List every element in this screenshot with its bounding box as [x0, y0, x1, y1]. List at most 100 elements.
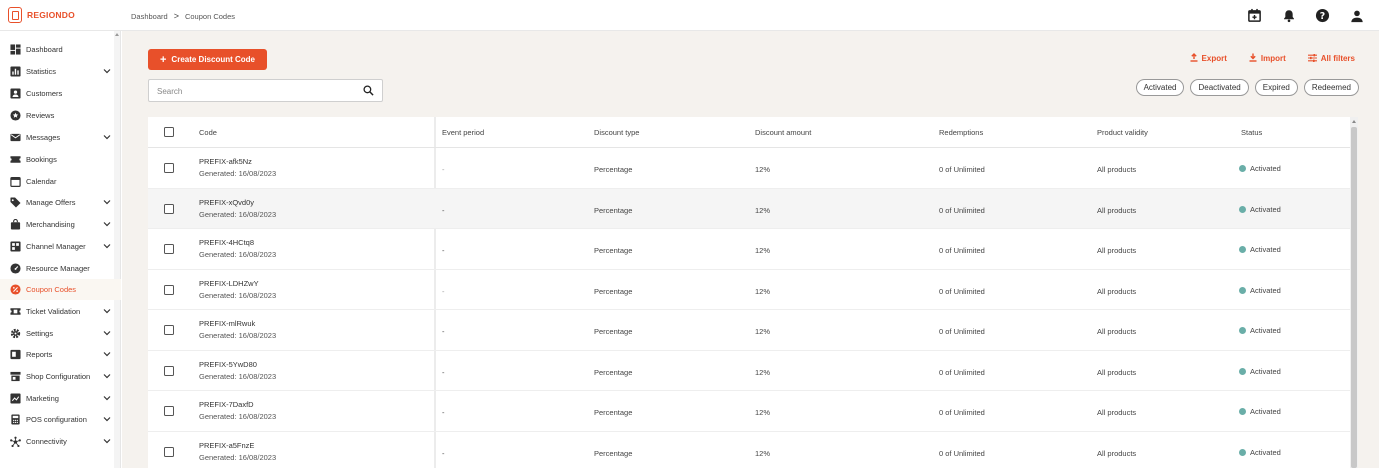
- row-checkbox[interactable]: [164, 284, 174, 295]
- chevron-down-icon[interactable]: [103, 394, 111, 403]
- calendar-add-icon[interactable]: [1246, 7, 1263, 24]
- sidebar-item-connectivity[interactable]: Connectivity: [0, 431, 121, 452]
- redemptions: 0 of Unlimited: [939, 448, 985, 458]
- sidebar-item-label: Channel Manager: [26, 242, 86, 251]
- sidebar-item-label: Merchandising: [26, 220, 75, 229]
- header-status[interactable]: Status: [1241, 128, 1262, 137]
- bell-icon[interactable]: [1280, 7, 1297, 24]
- chevron-down-icon[interactable]: [103, 220, 111, 229]
- sidebar-item-marketing[interactable]: Marketing: [0, 388, 121, 409]
- table-row[interactable]: PREFIX-5YwD80 Generated: 16/08/2023 - Pe…: [148, 351, 1358, 391]
- sidebar-item-pos-configuration[interactable]: POS configuration: [0, 409, 121, 430]
- table-scrollbar[interactable]: [1350, 117, 1358, 468]
- sidebar-item-ticket-validation[interactable]: Ticket Validation: [0, 301, 121, 322]
- redemptions: 0 of Unlimited: [939, 246, 985, 255]
- sidebar-item-dashboard[interactable]: Dashboard: [0, 39, 121, 60]
- chip-activated[interactable]: Activated: [1135, 79, 1185, 96]
- sidebar-item-calendar[interactable]: Calendar: [0, 171, 121, 192]
- header-code[interactable]: Code: [199, 128, 217, 137]
- generated-date: Generated: 16/08/2023: [199, 331, 277, 340]
- header-event-period[interactable]: Event period: [442, 128, 484, 137]
- header-redemptions[interactable]: Redemptions: [939, 128, 983, 137]
- sidebar-item-reviews[interactable]: Reviews: [0, 105, 121, 126]
- chevron-down-icon[interactable]: [103, 329, 111, 338]
- table-row[interactable]: PREFIX-afk5Nz Generated: 16/08/2023 - Pe…: [148, 148, 1358, 189]
- chevron-down-icon[interactable]: [103, 372, 111, 381]
- import-button[interactable]: Import: [1249, 53, 1286, 64]
- chevron-down-icon[interactable]: [103, 437, 111, 446]
- row-checkbox[interactable]: [164, 406, 174, 416]
- create-discount-code-button[interactable]: + Create Discount Code: [148, 49, 267, 70]
- generated-date: Generated: 16/08/2023: [199, 209, 277, 219]
- redemptions: 0 of Unlimited: [939, 367, 985, 377]
- chevron-down-icon[interactable]: [103, 67, 111, 76]
- user-icon[interactable]: [1348, 7, 1365, 24]
- table-row[interactable]: PREFIX-7DaxfD Generated: 16/08/2023 - Pe…: [148, 391, 1358, 432]
- chevron-down-icon[interactable]: [103, 133, 111, 142]
- breadcrumb-current: Coupon Codes: [184, 11, 236, 21]
- discount-type: Percentage: [594, 448, 633, 458]
- table-row[interactable]: PREFIX-4HCtq8 Generated: 16/08/2023 - Pe…: [148, 229, 1358, 270]
- header-discount-amount[interactable]: Discount amount: [755, 128, 811, 137]
- row-checkbox[interactable]: [164, 446, 174, 457]
- row-checkbox[interactable]: [164, 203, 174, 214]
- chevron-down-icon[interactable]: [103, 198, 111, 207]
- discount-amount: 12%: [755, 367, 771, 377]
- header-product-validity[interactable]: Product validity: [1097, 128, 1148, 137]
- sidebar-item-bookings[interactable]: Bookings: [0, 149, 121, 170]
- logo[interactable]: REGIONDO: [8, 7, 75, 23]
- chip-expired[interactable]: Expired: [1254, 79, 1298, 96]
- event-period: -: [442, 448, 445, 458]
- generated-date: Generated: 16/08/2023: [199, 452, 277, 462]
- coupon-code: PREFIX-7DaxfD: [199, 400, 254, 409]
- chip-redeemed[interactable]: Redeemed: [1303, 79, 1359, 96]
- plus-icon: +: [159, 53, 167, 66]
- sidebar-item-channel-manager[interactable]: Channel Manager: [0, 236, 121, 257]
- shop-icon: [10, 371, 21, 382]
- chip-deactivated[interactable]: Deactivated: [1190, 79, 1249, 96]
- sidebar-item-label: Marketing: [26, 394, 59, 403]
- sidebar-item-reports[interactable]: Reports: [0, 344, 121, 365]
- header-discount-type[interactable]: Discount type: [594, 128, 639, 137]
- help-icon[interactable]: ?: [1314, 7, 1331, 24]
- dashboard-icon: [10, 44, 21, 55]
- discount-amount: 12%: [755, 327, 771, 336]
- sidebar-item-messages[interactable]: Messages: [0, 127, 121, 148]
- row-checkbox[interactable]: [164, 325, 174, 335]
- generated-date: Generated: 16/08/2023: [199, 290, 277, 300]
- row-checkbox[interactable]: [164, 365, 174, 376]
- sidebar-item-manage-offers[interactable]: Manage Offers: [0, 192, 121, 213]
- chevron-down-icon[interactable]: [103, 415, 111, 424]
- table-row[interactable]: PREFIX-a5FnzE Generated: 16/08/2023 - Pe…: [148, 432, 1358, 468]
- sidebar-item-settings[interactable]: Settings: [0, 323, 121, 344]
- sidebar-item-resource-manager[interactable]: Resource Manager: [0, 258, 121, 279]
- table-row[interactable]: PREFIX-xQvd0y Generated: 16/08/2023 - Pe…: [148, 188, 1358, 229]
- breadcrumb-dashboard[interactable]: Dashboard: [131, 12, 168, 21]
- search-input[interactable]: [157, 85, 347, 97]
- chevron-down-icon[interactable]: [103, 350, 111, 359]
- row-checkbox[interactable]: [164, 244, 174, 254]
- percent-icon: [10, 284, 21, 295]
- table-row[interactable]: PREFIX-mlRwuk Generated: 16/08/2023 - Pe…: [148, 310, 1358, 351]
- coupon-code: PREFIX-xQvd0y: [199, 197, 255, 207]
- table-row[interactable]: PREFIX-LDHZwY Generated: 16/08/2023 - Pe…: [148, 270, 1358, 310]
- row-checkbox[interactable]: [164, 163, 174, 173]
- event-period: -: [442, 408, 445, 417]
- sidebar-item-coupon-codes[interactable]: Coupon Codes: [0, 279, 121, 300]
- sidebar-item-merchandising[interactable]: Merchandising: [0, 214, 121, 235]
- sidebar-item-customers[interactable]: Customers: [0, 83, 121, 104]
- sidebar-item-shop-configuration[interactable]: Shop Configuration: [0, 366, 121, 387]
- export-label: Export: [1201, 54, 1227, 63]
- chevron-down-icon[interactable]: [103, 307, 111, 316]
- sidebar-item-label: Dashboard: [26, 45, 63, 54]
- sidebar-item-label: Settings: [26, 329, 54, 338]
- chevron-down-icon[interactable]: [103, 242, 111, 251]
- select-all-checkbox[interactable]: [164, 127, 174, 137]
- all-filters-button[interactable]: All filters: [1307, 53, 1355, 64]
- export-button[interactable]: Export: [1190, 53, 1227, 64]
- sidebar-item-statistics[interactable]: Statistics: [0, 61, 121, 82]
- sidebar-item-label: Reviews: [26, 111, 55, 120]
- sidebar-item-label: Reports: [26, 350, 53, 359]
- search-icon[interactable]: [363, 85, 374, 98]
- status-dot-icon: [1239, 205, 1246, 213]
